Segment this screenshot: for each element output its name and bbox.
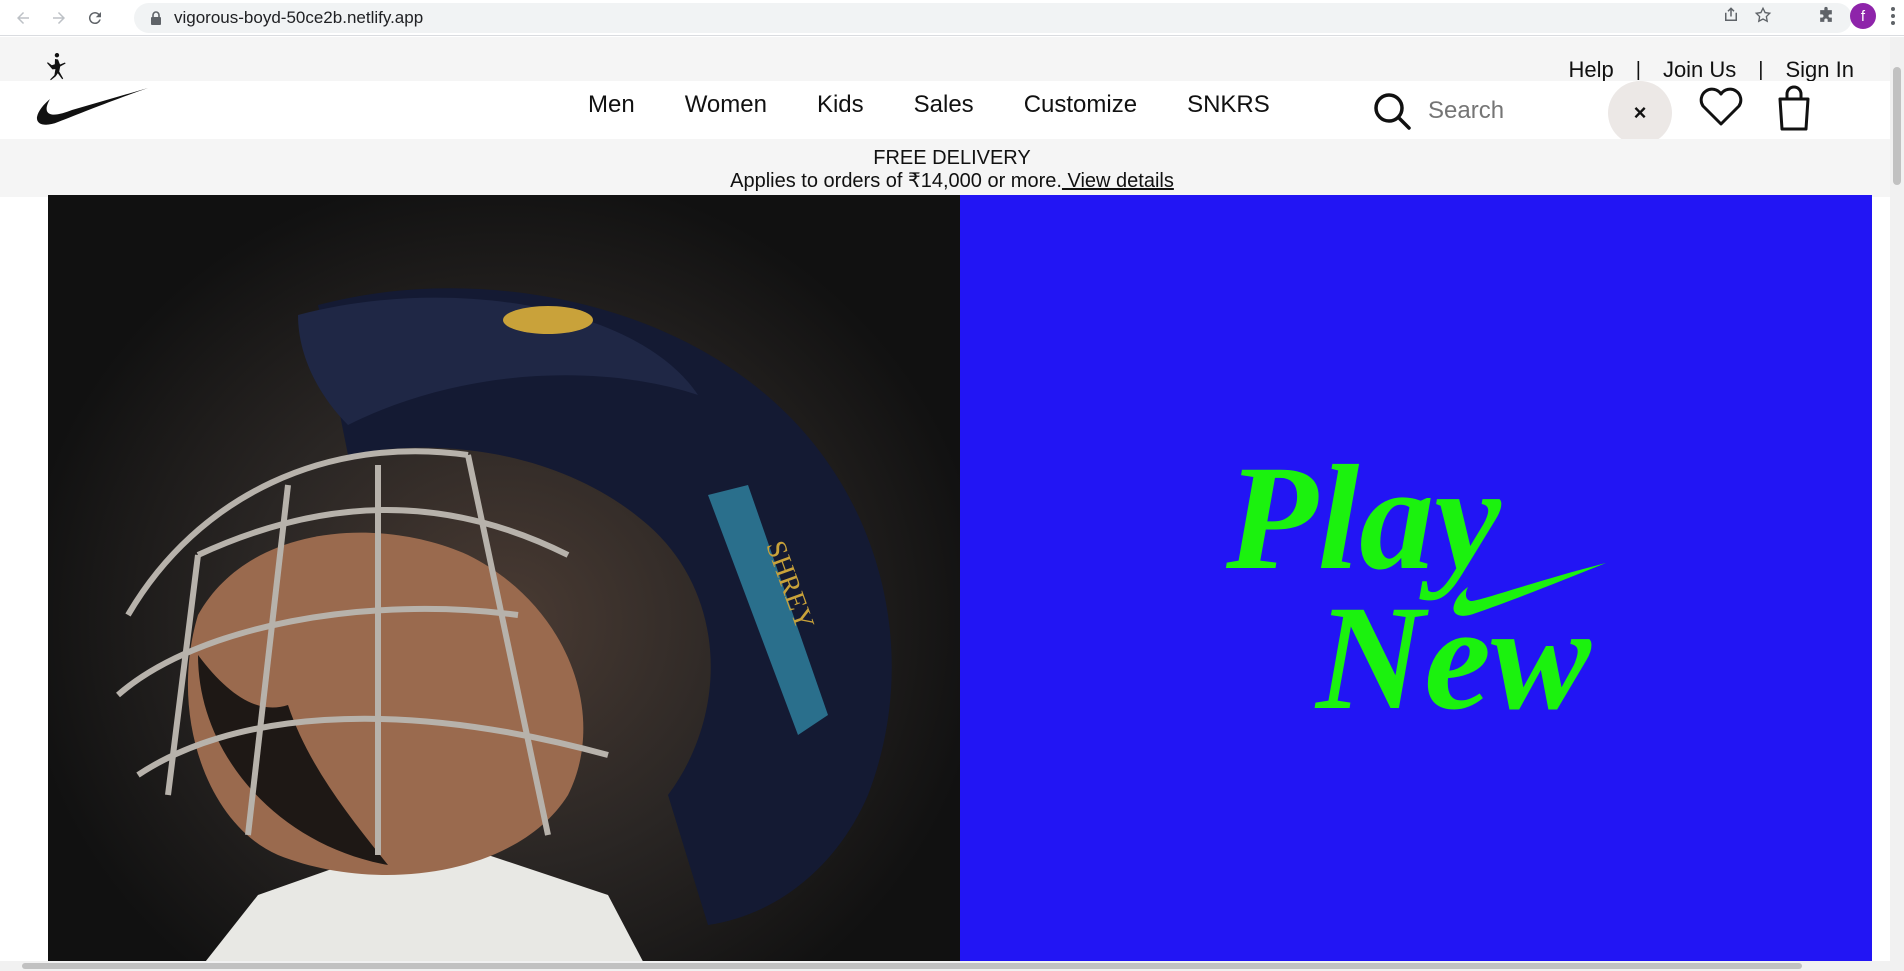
menu-kebab-icon[interactable] xyxy=(1890,6,1896,26)
forward-arrow-icon xyxy=(53,11,65,24)
nav-item-kids[interactable]: Kids xyxy=(817,91,864,119)
nav-item-men[interactable]: Men xyxy=(588,91,635,119)
separator: | xyxy=(1635,58,1641,81)
nav-item-snkrs[interactable]: SNKRS xyxy=(1187,91,1270,119)
play-new-logo: Play New xyxy=(1225,435,1606,733)
nav-item-sales[interactable]: Sales xyxy=(914,91,974,119)
promo-text-line: Applies to orders of ₹14,000 or more. Vi… xyxy=(0,170,1904,193)
back-arrow-icon xyxy=(17,11,29,24)
omnibox-actions xyxy=(1722,6,1772,24)
bookmark-star-icon[interactable] xyxy=(1754,6,1772,24)
address-bar[interactable]: vigorous-boyd-50ce2b.netlify.app xyxy=(134,3,1852,33)
shopping-bag-icon[interactable] xyxy=(1772,83,1816,133)
reload-icon xyxy=(88,11,101,24)
cricket-helmet-illustration: SHREY xyxy=(116,288,892,971)
scroll-thumb[interactable] xyxy=(1893,67,1901,185)
vertical-scrollbar[interactable] xyxy=(1890,37,1904,971)
forward-button[interactable] xyxy=(46,5,72,31)
hero-player-photo: SHREY xyxy=(48,195,960,971)
hscroll-thumb[interactable] xyxy=(22,963,1802,969)
promo-text: Applies to orders of ₹14,000 or more. xyxy=(730,170,1062,192)
join-us-link[interactable]: Join Us xyxy=(1663,57,1736,83)
search-box xyxy=(1360,85,1608,137)
play-new-artwork: Play New xyxy=(960,195,1872,971)
separator: | xyxy=(1758,58,1764,81)
search-input[interactable] xyxy=(1428,97,1578,125)
lock-icon xyxy=(151,11,161,25)
reload-button[interactable] xyxy=(82,5,108,31)
hero-banner[interactable]: SHREY Play New xyxy=(48,195,1872,971)
share-icon[interactable] xyxy=(1722,6,1740,24)
promo-banner: FREE DELIVERY Applies to orders of ₹14,0… xyxy=(0,139,1904,197)
heart-icon[interactable] xyxy=(1697,87,1745,127)
back-button[interactable] xyxy=(10,5,36,31)
sign-in-link[interactable]: Sign In xyxy=(1786,57,1855,83)
url-text: vigorous-boyd-50ce2b.netlify.app xyxy=(174,8,424,27)
main-header: Men Women Kids Sales Customize SNKRS × xyxy=(0,81,1904,145)
nav-item-women[interactable]: Women xyxy=(685,91,767,119)
nike-swoosh-logo[interactable] xyxy=(36,85,150,127)
search-icon[interactable] xyxy=(1372,91,1412,131)
utility-bar: Help | Join Us | Sign In xyxy=(0,37,1904,83)
promo-title: FREE DELIVERY xyxy=(873,147,1031,169)
view-details-link[interactable]: View details xyxy=(1062,170,1173,192)
clear-search-button[interactable]: × xyxy=(1608,81,1672,145)
headline-new: New xyxy=(1314,575,1592,733)
main-navigation: Men Women Kids Sales Customize SNKRS xyxy=(588,91,1320,119)
help-link[interactable]: Help xyxy=(1568,57,1613,83)
nav-item-customize[interactable]: Customize xyxy=(1024,91,1137,119)
extensions-puzzle-icon[interactable] xyxy=(1816,6,1836,26)
horizontal-scrollbar[interactable] xyxy=(0,961,1904,971)
extension-area: f xyxy=(1816,3,1904,29)
page: Help | Join Us | Sign In Men Women Kids … xyxy=(0,37,1904,971)
jordan-jumpman-logo[interactable] xyxy=(40,51,72,83)
profile-avatar[interactable]: f xyxy=(1850,3,1876,29)
utility-links: Help | Join Us | Sign In xyxy=(1568,57,1854,83)
browser-toolbar: vigorous-boyd-50ce2b.netlify.app f xyxy=(0,0,1904,36)
